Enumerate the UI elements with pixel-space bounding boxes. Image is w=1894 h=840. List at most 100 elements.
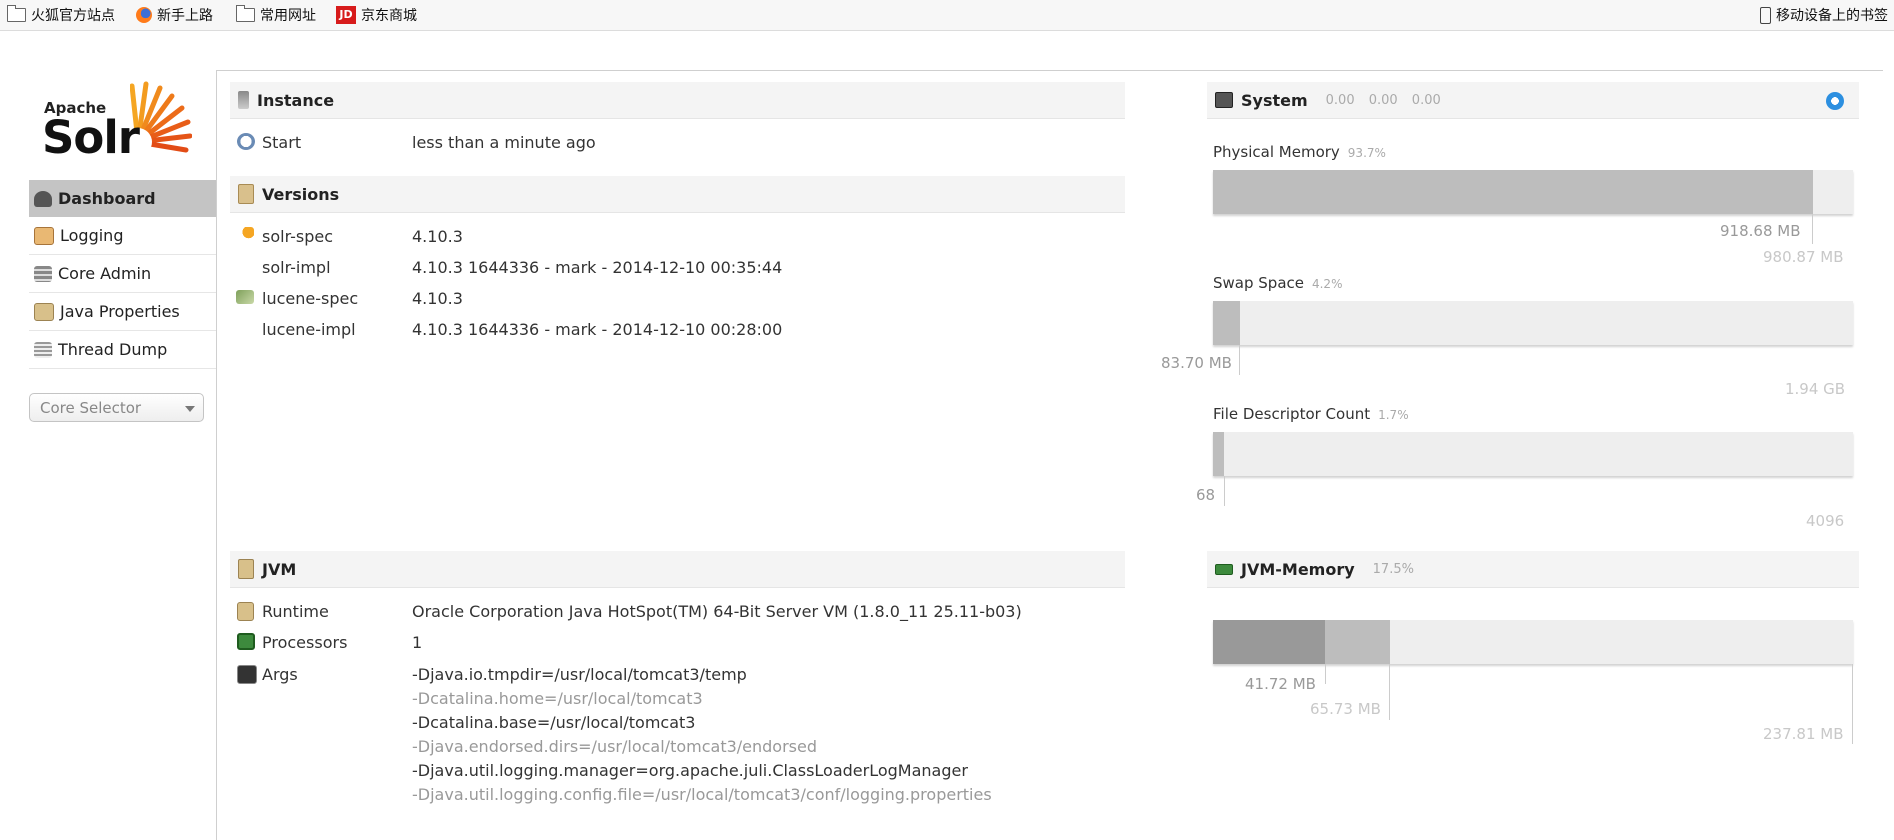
sidebar-item-logging[interactable]: Logging xyxy=(29,217,216,255)
system-load-averages: 0.00 0.00 0.00 xyxy=(1325,92,1441,108)
sidebar-item-dashboard[interactable]: Dashboard xyxy=(29,180,216,217)
sidebar-item-thread-dump[interactable]: Thread Dump xyxy=(29,331,216,369)
swap-space-total: 1.94 GB xyxy=(1785,380,1846,398)
file-descriptor-title: File Descriptor Count 1.7% xyxy=(1213,405,1409,423)
runtime-label: Runtime xyxy=(262,602,329,621)
jvm-memory-allocated: 65.73 MB xyxy=(1310,700,1381,718)
physical-memory-used: 918.68 MB xyxy=(1720,222,1801,240)
jvm-title: JVM xyxy=(262,559,297,579)
chevron-down-icon xyxy=(185,406,195,412)
thread-dump-icon xyxy=(34,341,52,358)
bookmark-firefox-official[interactable]: 火狐官方站点 xyxy=(7,5,115,25)
jvm-memory-header: JVM-Memory 17.5% xyxy=(1207,551,1859,588)
solr-logo[interactable]: Apache Solr xyxy=(42,80,192,164)
bar-tick xyxy=(1325,664,1326,684)
sidebar-nav: Dashboard Logging Core Admin Java Proper… xyxy=(29,180,216,369)
bar-tick xyxy=(1224,476,1225,506)
version-value: 4.10.3 xyxy=(412,227,463,246)
version-value: 4.10.3 1644336 - mark - 2014-12-10 00:35… xyxy=(412,258,783,277)
dashboard-icon xyxy=(34,190,52,207)
core-selector-label: Core Selector xyxy=(40,398,142,417)
bookmark-label: 京东商城 xyxy=(361,8,417,24)
arg-item: -Dcatalina.home=/usr/local/tomcat3 xyxy=(412,689,703,708)
swap-space-used: 83.70 MB xyxy=(1161,354,1232,372)
instance-header: Instance xyxy=(230,82,1125,119)
versions-icon xyxy=(238,184,254,204)
bookmark-jd[interactable]: JD 京东商城 xyxy=(336,5,417,25)
sidebar-item-label: Thread Dump xyxy=(58,340,168,359)
args-label: Args xyxy=(262,665,298,684)
bar-tick xyxy=(1239,345,1240,375)
physical-memory-title: Physical Memory 93.7% xyxy=(1213,143,1386,161)
jvm-memory-used: 41.72 MB xyxy=(1245,675,1316,693)
version-value: 4.10.3 1644336 - mark - 2014-12-10 00:28… xyxy=(412,320,783,339)
monitor-icon xyxy=(1215,92,1233,108)
arg-item: -Dcatalina.base=/usr/local/tomcat3 xyxy=(412,713,696,732)
firefox-icon xyxy=(136,7,152,23)
java-cup-icon xyxy=(237,602,254,621)
swap-space-bar xyxy=(1213,301,1853,345)
processor-chip-icon xyxy=(237,633,255,650)
sidebar-item-label: Core Admin xyxy=(58,264,152,283)
terminal-icon xyxy=(237,665,257,684)
bookmarks-toolbar: 火狐官方站点 新手上路 常用网址 JD 京东商城 移动设备上的书签 xyxy=(0,0,1894,31)
bookmark-label: 移动设备上的书签 xyxy=(1776,8,1888,24)
jvm-memory-percent: 17.5% xyxy=(1372,561,1414,577)
java-properties-icon xyxy=(34,302,54,321)
system-header: System 0.00 0.00 0.00 xyxy=(1207,82,1859,119)
file-descriptor-used: 68 xyxy=(1196,486,1216,504)
version-label: lucene-spec xyxy=(262,289,359,308)
sidebar-item-java-properties[interactable]: Java Properties xyxy=(29,293,216,331)
logo-solr-text: Solr xyxy=(42,111,140,164)
versions-title: Versions xyxy=(262,184,340,204)
version-label: solr-spec xyxy=(262,227,334,246)
bookmark-mobile[interactable]: 移动设备上的书签 xyxy=(1760,5,1888,25)
bookmark-label: 常用网址 xyxy=(260,8,316,24)
folder-icon xyxy=(236,5,255,22)
jvm-memory-title: JVM-Memory xyxy=(1241,559,1355,579)
instance-title: Instance xyxy=(257,90,335,110)
jvm-memory-used-fill xyxy=(1213,620,1325,664)
processors-value: 1 xyxy=(412,633,423,652)
java-cup-icon xyxy=(238,559,254,579)
versions-header: Versions xyxy=(230,176,1125,213)
start-label: Start xyxy=(262,133,302,152)
arg-item: -Djava.util.logging.config.file=/usr/loc… xyxy=(412,785,992,804)
swap-space-used-fill xyxy=(1213,301,1240,345)
bookmark-common-sites[interactable]: 常用网址 xyxy=(236,5,316,25)
file-descriptor-bar xyxy=(1213,432,1853,476)
bar-tick xyxy=(1812,214,1813,244)
jvm-memory-bar xyxy=(1213,620,1853,664)
refresh-icon[interactable] xyxy=(1826,92,1844,110)
physical-memory-total: 980.87 MB xyxy=(1763,248,1844,266)
runtime-value: Oracle Corporation Java HotSpot(TM) 64-B… xyxy=(412,602,1022,621)
bar-percent: 93.7% xyxy=(1347,146,1386,160)
arg-item: -Djava.io.tmpdir=/usr/local/tomcat3/temp xyxy=(412,665,747,684)
arg-item: -Djava.endorsed.dirs=/usr/local/tomcat3/… xyxy=(412,737,817,756)
bar-percent: 1.7% xyxy=(1378,408,1409,422)
bar-tick xyxy=(1389,664,1390,720)
jvm-memory-max: 237.81 MB xyxy=(1763,725,1844,743)
swap-space-title: Swap Space 4.2% xyxy=(1213,274,1342,292)
processors-label: Processors xyxy=(262,633,348,652)
system-title: System xyxy=(1241,90,1308,110)
version-value: 4.10.3 xyxy=(412,289,463,308)
bookmark-label: 新手上路 xyxy=(157,8,213,24)
sidebar-item-label: Logging xyxy=(60,226,124,245)
sidebar-item-core-admin[interactable]: Core Admin xyxy=(29,255,216,293)
bar-tick xyxy=(1852,664,1853,744)
sun-rays-icon xyxy=(130,81,192,156)
clock-icon xyxy=(237,133,255,150)
bar-percent: 4.2% xyxy=(1311,277,1343,291)
bookmark-getting-started[interactable]: 新手上路 xyxy=(136,5,213,25)
bookmark-label: 火狐官方站点 xyxy=(31,8,115,24)
core-selector-dropdown[interactable]: Core Selector xyxy=(29,393,204,422)
server-icon xyxy=(238,91,249,109)
memory-chip-icon xyxy=(1215,563,1233,575)
version-label: lucene-impl xyxy=(262,320,356,339)
arg-item: -Djava.util.logging.manager=org.apache.j… xyxy=(412,761,968,780)
folder-icon xyxy=(7,5,26,22)
sidebar-item-label: Java Properties xyxy=(60,302,180,321)
file-descriptor-used-fill xyxy=(1213,432,1224,476)
bar-title-text: File Descriptor Count xyxy=(1213,405,1371,423)
